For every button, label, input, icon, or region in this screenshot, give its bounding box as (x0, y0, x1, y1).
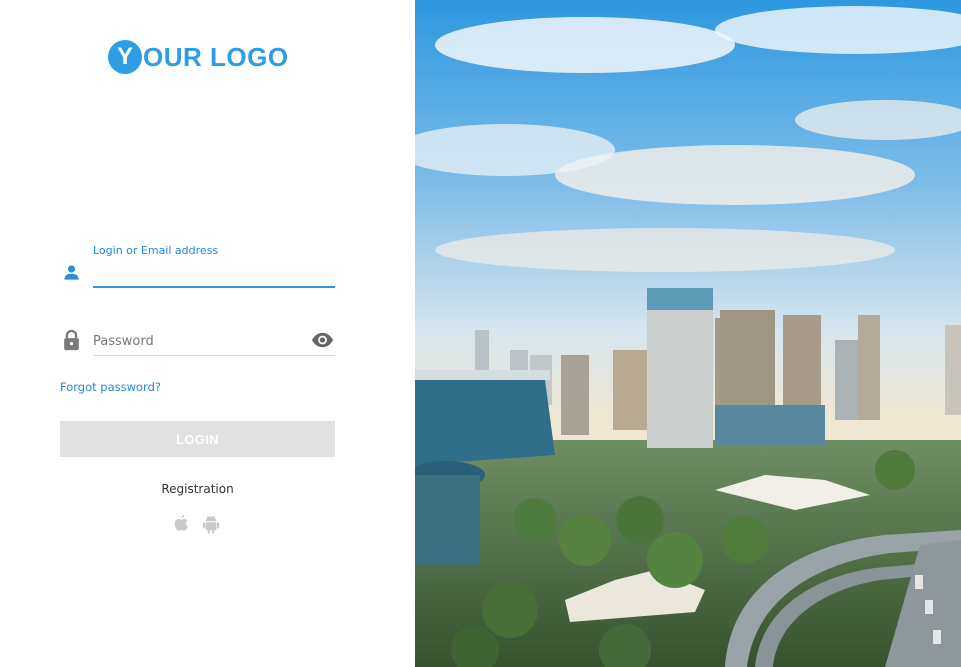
platform-icons (172, 514, 220, 534)
login-email-input[interactable] (93, 262, 335, 288)
login-panel: Y OUR LOGO Login or Email address Forgot… (0, 0, 415, 667)
lock-icon (64, 329, 79, 351)
registration-link[interactable]: Registration (0, 482, 395, 496)
show-password-icon[interactable] (311, 331, 334, 349)
logo-circle: Y (108, 40, 142, 74)
logo-text: OUR LOGO (143, 41, 289, 72)
user-icon (64, 265, 79, 280)
login-field-label: Login or Email address (93, 244, 219, 257)
login-button[interactable]: LOGIN (60, 421, 335, 457)
apple-icon[interactable] (172, 514, 190, 534)
password-input[interactable] (93, 328, 335, 356)
brand-logo: Y OUR LOGO (108, 40, 289, 74)
city-photo (415, 0, 961, 667)
android-icon[interactable] (202, 514, 220, 534)
forgot-password-link[interactable]: Forgot password? (60, 380, 161, 394)
